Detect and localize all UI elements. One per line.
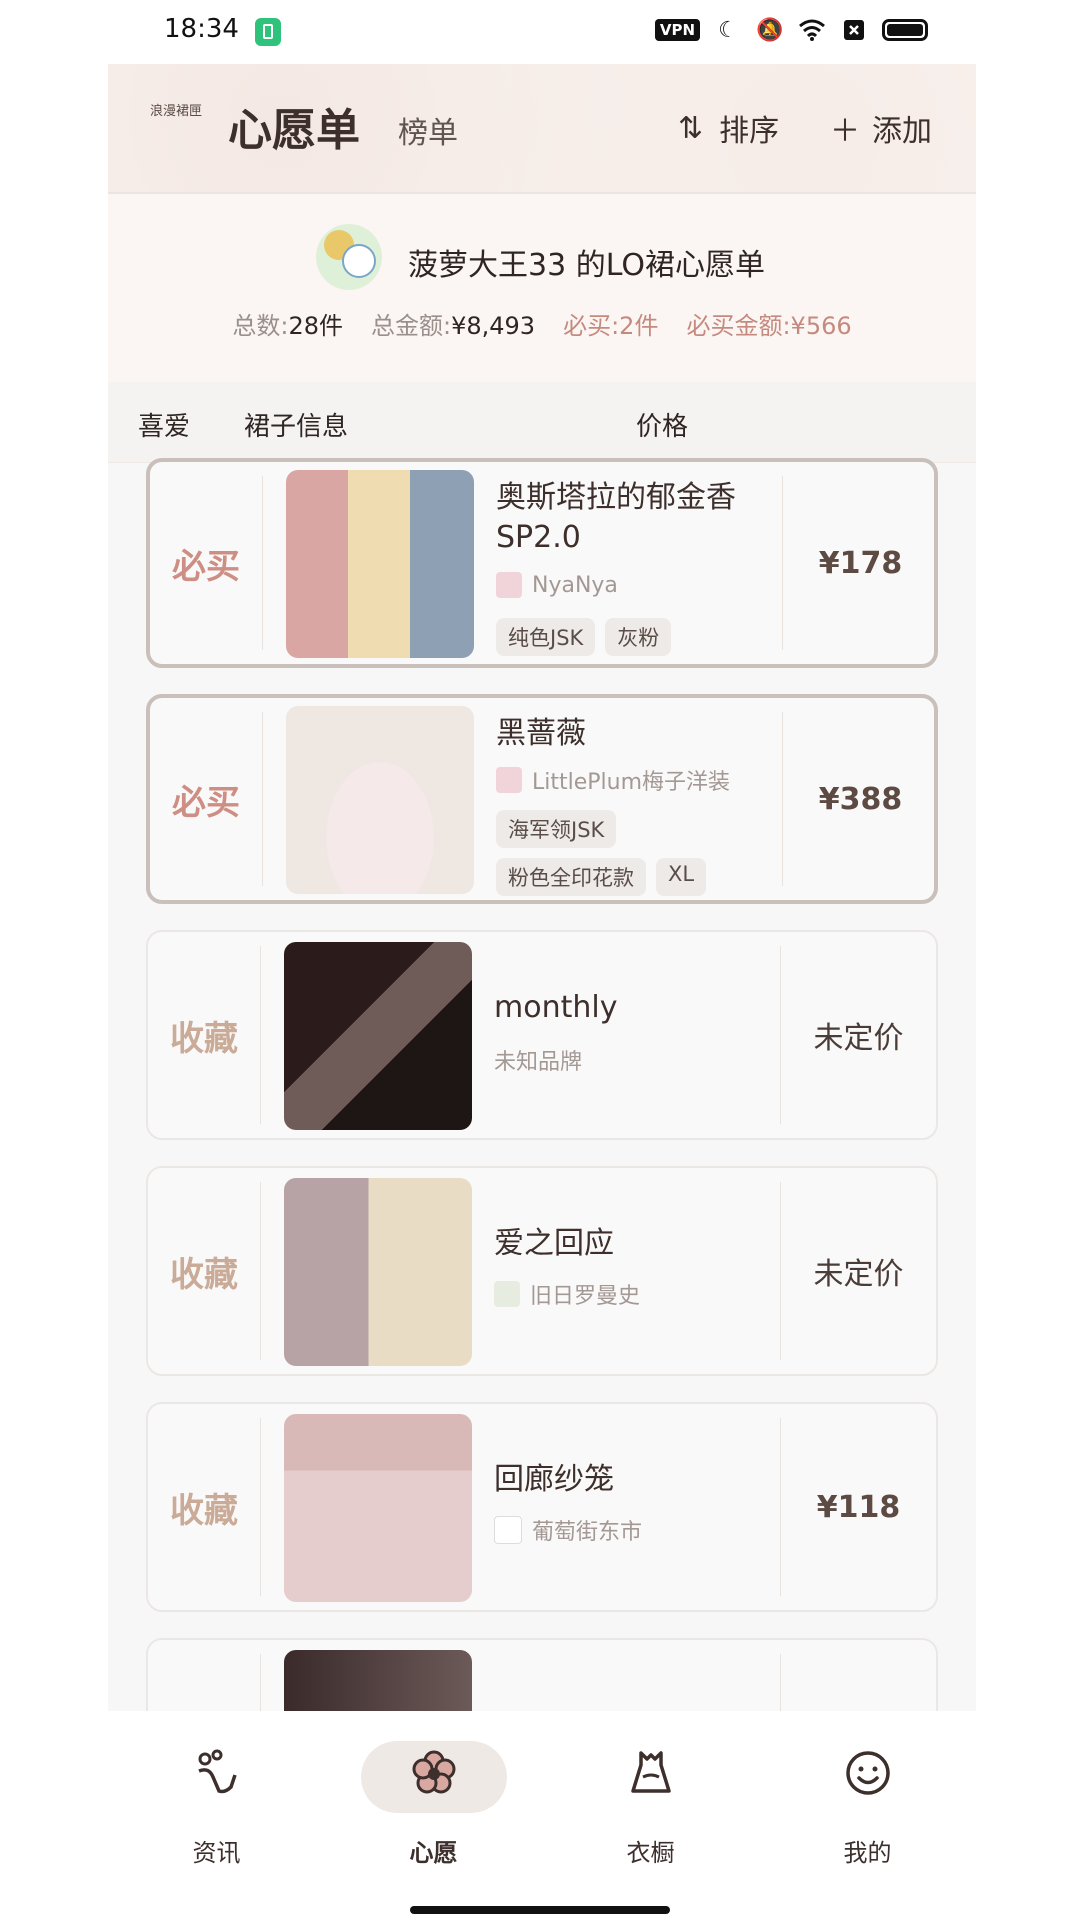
must-amount-label: 必买金额: xyxy=(686,312,791,340)
item-chip: XL xyxy=(656,858,707,896)
brand-icon xyxy=(494,1281,520,1307)
item-brand: 旧日罗曼史 xyxy=(494,1278,640,1310)
nav-news-label: 资讯 xyxy=(192,1839,241,1867)
nav-wardrobe[interactable]: 衣橱 xyxy=(542,1711,759,1881)
item-image xyxy=(284,1650,472,1711)
item-tag: 必买 xyxy=(172,782,240,823)
item-name: monthly xyxy=(494,990,618,1025)
add-button[interactable]: ＋ 添加 xyxy=(830,106,932,150)
wishlist-item-partial[interactable] xyxy=(146,1638,938,1711)
item-price: 未定价 xyxy=(813,1257,904,1292)
avatar[interactable] xyxy=(316,224,382,290)
wishlist-owner-title: 菠萝大王33 的LO裙心愿单 xyxy=(408,248,765,283)
item-price: ¥388 xyxy=(818,781,903,817)
item-tag: 收藏 xyxy=(170,1254,238,1295)
item-price: ¥178 xyxy=(818,545,903,581)
must-value: 2件 xyxy=(619,312,659,340)
item-image xyxy=(286,706,474,894)
item-tag: 必买 xyxy=(172,546,240,587)
item-name: 爱之回应 xyxy=(494,1226,614,1261)
item-price: 未定价 xyxy=(813,1021,904,1056)
header: 浪漫裙匣 心愿单 榜单 ⇅ 排序 ＋ 添加 xyxy=(108,64,976,194)
item-price: ¥118 xyxy=(816,1489,901,1525)
moon-icon: ☾ xyxy=(718,17,738,43)
app-frame: 浪漫裙匣 心愿单 榜单 ⇅ 排序 ＋ 添加 菠萝大王33 的LO裙心愿单 总数:… xyxy=(108,64,976,1711)
item-brand: 葡萄街东市 xyxy=(494,1514,642,1546)
summary-stats: 总数:28件 总金额:¥8,493 必买:2件 必买金额:¥566 xyxy=(108,306,976,341)
wishlist-summary: 菠萝大王33 的LO裙心愿单 总数:28件 总金额:¥8,493 必买:2件 必… xyxy=(108,194,976,382)
status-bar: 18:34 VPN ☾ 🔕 xyxy=(0,0,1080,64)
nav-wish-label: 心愿 xyxy=(409,1839,458,1867)
wishlist-item[interactable]: 收藏 回廊纱笼 葡萄街东市 ¥118 xyxy=(146,1402,938,1612)
battery-icon xyxy=(882,19,928,41)
item-name: 黑蔷薇 xyxy=(496,716,586,751)
wardrobe-icon xyxy=(542,1747,759,1810)
nav-wish[interactable]: 心愿 xyxy=(325,1711,542,1881)
wishlist-item[interactable]: 收藏 爱之回应 旧日罗曼史 未定价 xyxy=(146,1166,938,1376)
brand-icon xyxy=(494,1516,522,1544)
brand-icon xyxy=(496,572,522,598)
no-sim-icon xyxy=(840,16,868,44)
mute-icon: 🔕 xyxy=(756,17,784,43)
wishlist-item[interactable]: 必买 黑蔷薇 LittlePlum梅子洋装 海军领JSK 粉色全印花款 XL ¥… xyxy=(146,694,938,904)
item-tags: 海军领JSK 粉色全印花款 XL xyxy=(496,810,766,896)
item-chip: 灰粉 xyxy=(605,618,672,656)
sort-icon: ⇅ xyxy=(678,110,704,146)
smile-icon xyxy=(759,1747,976,1810)
item-brand: NyaNya xyxy=(496,572,618,598)
item-tag: 收藏 xyxy=(170,1490,238,1531)
add-label: 添加 xyxy=(872,114,932,149)
nav-me[interactable]: 我的 xyxy=(759,1711,976,1881)
flower-icon xyxy=(325,1747,542,1810)
app-notification-icon xyxy=(255,18,281,46)
nav-wardrobe-label: 衣橱 xyxy=(626,1839,675,1867)
total-value: 28件 xyxy=(288,312,343,340)
status-icons: VPN ☾ 🔕 xyxy=(654,16,928,44)
item-tags: 纯色JSK 灰粉 xyxy=(496,618,746,656)
sort-button[interactable]: ⇅ 排序 xyxy=(678,106,779,150)
item-image xyxy=(284,1414,472,1602)
total-label: 总数: xyxy=(232,312,289,340)
item-name: 奥斯塔拉的郁金香SP2.0 xyxy=(496,480,736,555)
item-chip: 纯色JSK xyxy=(496,618,596,656)
column-header: 喜爱 裙子信息 价格 xyxy=(108,382,976,463)
item-brand: LittlePlum梅子洋装 xyxy=(496,764,730,796)
item-name: 回廊纱笼 xyxy=(494,1462,614,1497)
brand-icon xyxy=(496,767,522,793)
must-amount-value: ¥566 xyxy=(790,312,852,340)
rank-tab[interactable]: 榜单 xyxy=(398,108,458,152)
item-image xyxy=(286,470,474,658)
nav-me-label: 我的 xyxy=(843,1839,892,1867)
home-indicator[interactable] xyxy=(410,1906,670,1914)
plus-icon: ＋ xyxy=(830,114,860,149)
must-label: 必买: xyxy=(563,312,620,340)
page-title: 心愿单 xyxy=(228,105,360,156)
nav-news[interactable]: 资讯 xyxy=(108,1711,325,1881)
amount-value: ¥8,493 xyxy=(451,312,536,340)
item-image xyxy=(284,942,472,1130)
item-chip: 海军领JSK xyxy=(496,810,617,848)
column-info: 裙子信息 xyxy=(244,412,349,442)
column-price: 价格 xyxy=(636,412,689,442)
news-icon xyxy=(108,1747,325,1810)
bottom-nav: 资讯 心愿 衣橱 我的 xyxy=(108,1711,976,1881)
item-chip: 粉色全印花款 xyxy=(496,858,646,896)
wishlist-item[interactable]: 收藏 monthly 未知品牌 未定价 xyxy=(146,930,938,1140)
item-image xyxy=(284,1178,472,1366)
vpn-icon: VPN xyxy=(654,19,700,41)
status-time: 18:34 xyxy=(164,14,239,44)
wishlist-item[interactable]: 必买 奥斯塔拉的郁金香SP2.0 NyaNya 纯色JSK 灰粉 ¥178 xyxy=(146,458,938,668)
item-tag: 收藏 xyxy=(170,1018,238,1059)
wifi-icon xyxy=(798,16,826,44)
item-brand: 未知品牌 xyxy=(494,1050,583,1075)
brand-logo: 浪漫裙匣 xyxy=(149,104,202,119)
sort-label: 排序 xyxy=(719,114,780,149)
column-like: 喜爱 xyxy=(138,412,191,442)
amount-label: 总金额: xyxy=(371,312,452,340)
